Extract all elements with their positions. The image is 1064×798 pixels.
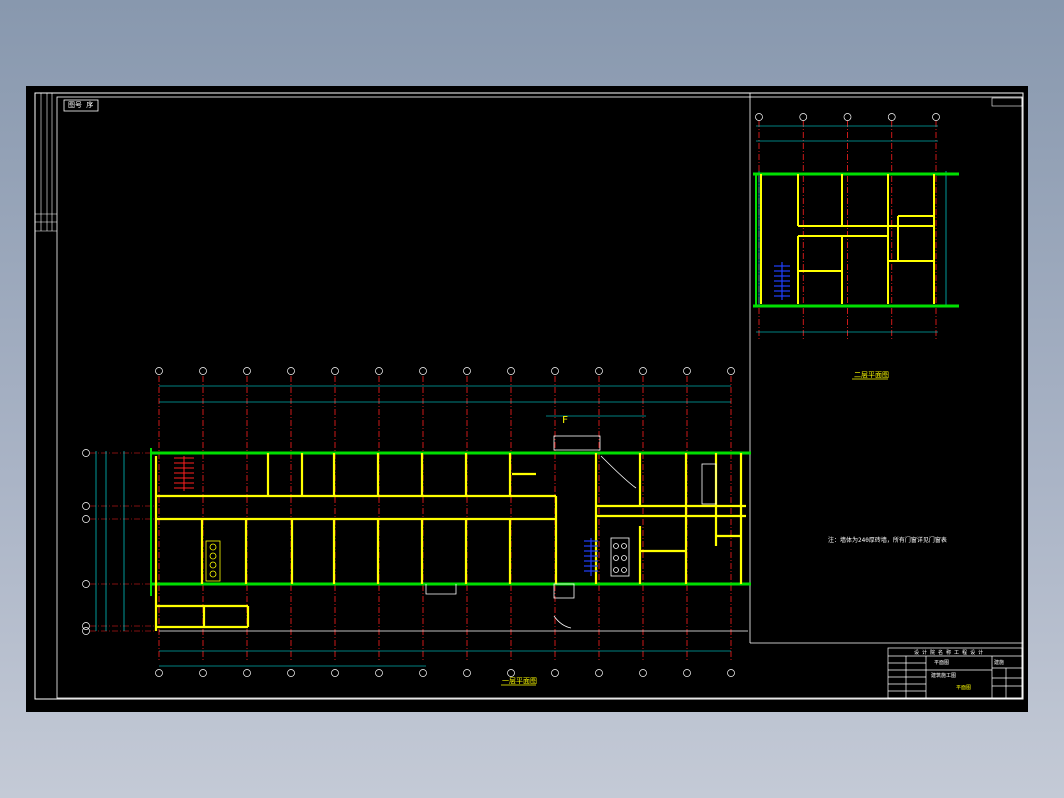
binding-strip xyxy=(35,93,57,232)
axis-bubble xyxy=(463,669,471,677)
main-stair-red xyxy=(174,456,194,491)
axis-bubble xyxy=(551,367,559,375)
axis-bubble xyxy=(507,669,515,677)
sheet-stamp-text: 图号 序 xyxy=(68,101,94,109)
axis-bubble xyxy=(595,367,603,375)
axis-bubble xyxy=(639,367,647,375)
main-dimension-lines xyxy=(95,385,731,667)
upper-plan-title: 二层平面图 xyxy=(854,371,889,379)
title-block-drawing-name: 平面图 xyxy=(934,660,950,666)
inner-frame xyxy=(56,96,1023,699)
axis-bubble xyxy=(331,367,339,375)
axis-bubble xyxy=(331,669,339,677)
main-interior-walls xyxy=(154,453,746,631)
main-plan-title: 一层平面图 xyxy=(502,677,537,685)
axis-bubble xyxy=(243,367,251,375)
axis-bubble xyxy=(932,113,940,121)
axis-bubble xyxy=(199,367,207,375)
axis-bubble xyxy=(155,367,163,375)
axis-bubble xyxy=(595,669,603,677)
upper-stamp-box xyxy=(991,97,1023,107)
main-axis-grid xyxy=(82,367,735,677)
axis-bubble xyxy=(727,367,735,375)
floor-plan-canvas xyxy=(34,92,1024,700)
row-axis-bubble xyxy=(82,515,90,523)
title-block-subtitle: 建筑施工图 xyxy=(931,673,957,679)
axis-bubble xyxy=(551,669,559,677)
axis-bubble xyxy=(639,669,647,677)
stair-marker: F xyxy=(562,415,569,426)
title-block-header: 设 计 院 名 称 工 程 设 计 xyxy=(914,650,984,656)
axis-bubble xyxy=(887,113,896,121)
axis-bubble xyxy=(683,367,691,375)
axis-bubble xyxy=(375,669,383,677)
row-axis-bubble xyxy=(82,449,90,457)
drawing-note: 注：墙体为240厚砖墙，所有门窗详见门窗表 xyxy=(828,537,947,544)
main-exterior-walls xyxy=(150,448,751,596)
axis-bubble xyxy=(755,113,763,121)
axis-bubble xyxy=(727,669,735,677)
axis-bubble xyxy=(199,669,207,677)
axis-bubble xyxy=(799,113,808,121)
title-block-sheet-code: 建施 xyxy=(994,660,1005,666)
upper-stair-blue xyxy=(774,262,790,300)
axis-bubble xyxy=(683,669,691,677)
axis-bubble xyxy=(243,669,251,677)
upper-dimension-lines xyxy=(756,125,947,333)
row-axis-bubble xyxy=(82,627,90,635)
axis-bubble xyxy=(419,669,427,677)
axis-bubble xyxy=(843,113,852,121)
row-axis-bubble xyxy=(82,580,90,588)
drawing-sheet: 图号 序 F 一层平面图 二层平面图 注：墙体为240厚砖墙，所有门窗详见门窗表… xyxy=(26,86,1028,712)
axis-bubble xyxy=(155,669,163,677)
axis-bubble xyxy=(287,669,295,677)
axis-bubble xyxy=(507,367,515,375)
title-block-stamp: 平面图 xyxy=(956,685,972,691)
axis-bubble xyxy=(287,367,295,375)
axis-bubble xyxy=(375,367,383,375)
outer-frame xyxy=(34,92,1024,700)
row-axis-bubble xyxy=(82,502,90,510)
axis-bubble xyxy=(419,367,427,375)
axis-bubble xyxy=(463,367,471,375)
